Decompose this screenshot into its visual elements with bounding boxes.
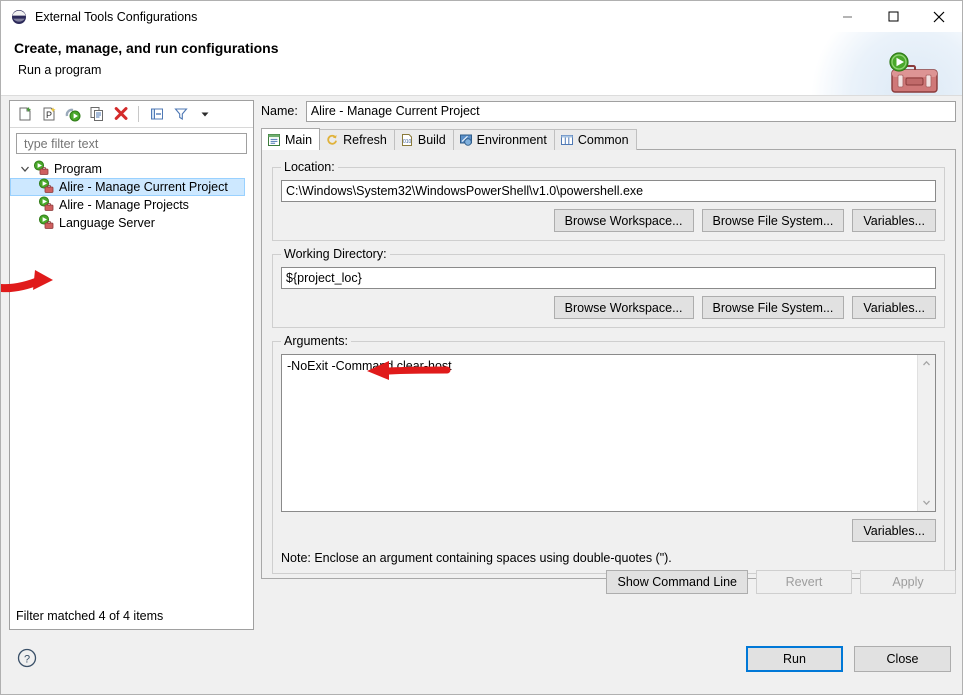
filter-icon[interactable] (170, 104, 191, 125)
show-command-line-button[interactable]: Show Command Line (606, 570, 748, 594)
environment-tab-icon (459, 133, 473, 147)
view-menu-icon[interactable] (194, 104, 215, 125)
build-tab-icon: 010 (400, 133, 414, 147)
scroll-up-icon[interactable] (918, 355, 935, 372)
working-directory-variables-button[interactable]: Variables... (852, 296, 936, 319)
location-group: Location: Browse Workspace... Browse Fil… (272, 160, 945, 241)
tab-refresh[interactable]: Refresh (319, 129, 395, 150)
working-directory-input[interactable] (281, 267, 936, 289)
tree-item-alire-manage-projects[interactable]: Alire - Manage Projects (10, 195, 253, 215)
delete-icon[interactable] (110, 104, 131, 125)
configurations-tree-panel: P type filter text Program Alire - Manag… (9, 100, 254, 630)
minimize-button[interactable] (824, 1, 870, 32)
filter-input[interactable] (22, 135, 241, 152)
tree-toolbar: P (10, 101, 253, 128)
location-button-row: Browse Workspace... Browse File System..… (281, 209, 936, 232)
configurations-tree: Program Alire - Manage Current Project A… (10, 159, 253, 233)
window-title: External Tools Configurations (35, 9, 198, 24)
tree-item-label: Alire - Manage Current Project (59, 180, 228, 194)
location-variables-button[interactable]: Variables... (852, 209, 936, 232)
arguments-text-area-wrapper (281, 354, 936, 512)
tree-item-alire-manage-current-project[interactable]: Alire - Manage Current Project (10, 177, 245, 197)
location-input[interactable] (281, 180, 936, 202)
tab-label: Common (577, 133, 629, 147)
working-directory-browse-workspace-button[interactable]: Browse Workspace... (553, 296, 694, 319)
window-controls (824, 1, 962, 32)
tab-label: Build (417, 133, 446, 147)
filter-text-box[interactable] (16, 133, 247, 154)
program-run-icon (33, 159, 49, 179)
tree-item-language-server[interactable]: Language Server (10, 213, 253, 233)
name-row: Name: (261, 100, 956, 122)
tab-label: Refresh (343, 133, 387, 147)
tree-item-label: Program (54, 162, 102, 176)
new-configuration-icon[interactable] (14, 104, 35, 125)
duplicate-icon[interactable] (86, 104, 107, 125)
close-button-footer[interactable]: Close (854, 646, 951, 672)
external-tools-configurations-dialog: External Tools Configurations Create, ma… (0, 0, 963, 695)
name-label: Name: (261, 104, 298, 118)
new-configuration-from-run-icon[interactable] (62, 104, 83, 125)
configuration-editor-panel: Name: Main (261, 100, 956, 630)
collapse-all-icon[interactable] (146, 104, 167, 125)
arguments-button-row: Variables... (281, 519, 936, 542)
close-button[interactable] (916, 1, 962, 32)
new-prototype-icon[interactable]: P (38, 104, 59, 125)
tab-label: Main (285, 132, 313, 147)
tab-environment[interactable]: Environment (452, 129, 555, 150)
svg-text:P: P (46, 110, 52, 120)
title-bar: External Tools Configurations (1, 1, 962, 32)
toolbar-separator (138, 106, 139, 122)
tree-item-program[interactable]: Program (10, 159, 253, 179)
tree-item-label: Language Server (59, 216, 155, 230)
arguments-variables-button[interactable]: Variables... (852, 519, 936, 542)
program-run-icon (38, 177, 54, 197)
apply-button[interactable]: Apply (860, 570, 956, 594)
arguments-scrollbar[interactable] (917, 355, 935, 511)
tree-item-label: Alire - Manage Projects (59, 198, 189, 212)
arguments-legend: Arguments: (284, 334, 348, 348)
tab-label: Environment (476, 133, 547, 147)
tab-bar: Main Refresh 010 Build Environment Commo… (261, 128, 956, 150)
main-tab-icon (267, 133, 281, 147)
scroll-down-icon[interactable] (918, 494, 935, 511)
arguments-group: Arguments: Variables.. (272, 334, 945, 574)
footer-buttons: Run Close (746, 646, 951, 672)
run-button[interactable]: Run (746, 646, 843, 672)
svg-text:?: ? (24, 653, 30, 665)
eclipse-icon (11, 9, 27, 25)
common-tab-icon (560, 133, 574, 147)
working-directory-button-row: Browse Workspace... Browse File System..… (281, 296, 936, 319)
dialog-content: P type filter text Program Alire - Manag… (1, 96, 962, 636)
main-tab-panel: Location: Browse Workspace... Browse Fil… (261, 149, 956, 579)
filter-status-text: Filter matched 4 of 4 items (16, 609, 164, 623)
toolbox-run-icon (884, 50, 940, 94)
svg-text:010: 010 (403, 139, 412, 145)
banner-subtitle: Run a program (18, 63, 102, 77)
working-directory-browse-file-system-button[interactable]: Browse File System... (701, 296, 845, 319)
revert-button[interactable]: Revert (756, 570, 852, 594)
dialog-footer: ? Run Close (1, 636, 962, 694)
location-browse-file-system-button[interactable]: Browse File System... (701, 209, 845, 232)
working-directory-group: Working Directory: Browse Workspace... B… (272, 247, 945, 328)
tab-build[interactable]: 010 Build (393, 129, 454, 150)
tab-main[interactable]: Main (261, 128, 321, 150)
tab-common[interactable]: Common (553, 129, 637, 150)
program-run-icon (38, 195, 54, 215)
location-browse-workspace-button[interactable]: Browse Workspace... (553, 209, 694, 232)
name-input[interactable] (305, 100, 956, 122)
location-legend: Location: (284, 160, 335, 174)
banner-title: Create, manage, and run configurations (14, 40, 279, 56)
arguments-textarea[interactable] (282, 355, 917, 511)
chevron-down-icon[interactable] (18, 162, 32, 176)
arguments-note: Note: Enclose an argument containing spa… (281, 551, 672, 565)
maximize-button[interactable] (870, 1, 916, 32)
dialog-banner: Create, manage, and run configurations R… (1, 32, 962, 96)
editor-actions: Show Command Line Revert Apply (606, 570, 956, 594)
working-directory-legend: Working Directory: (284, 247, 387, 261)
refresh-tab-icon (325, 133, 339, 147)
program-run-icon (38, 213, 54, 233)
help-icon[interactable]: ? (17, 648, 37, 668)
